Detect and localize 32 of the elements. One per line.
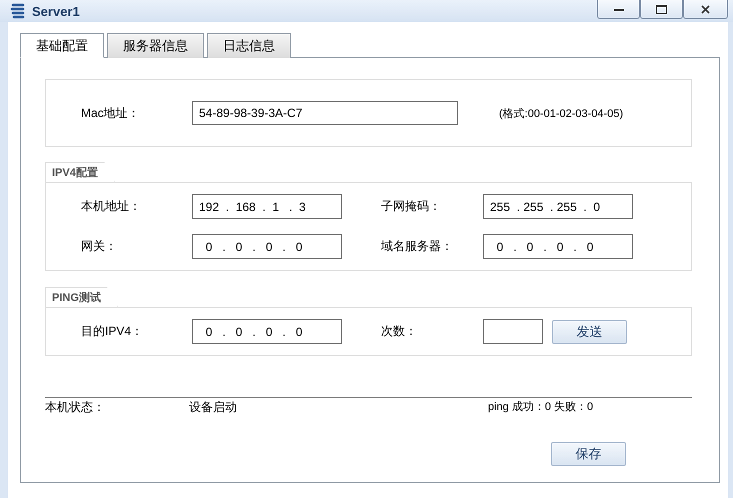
close-icon bbox=[701, 4, 710, 14]
close-button[interactable] bbox=[683, 0, 728, 19]
status-value: 设备启动 bbox=[189, 399, 238, 416]
tab[interactable]: 服务器信息 bbox=[107, 33, 204, 58]
field-label: 本机地址： bbox=[81, 198, 142, 215]
save-button[interactable]: 保存 bbox=[551, 442, 626, 466]
send-button[interactable]: 发送 bbox=[552, 320, 627, 344]
ip-field[interactable]: 0 . 0 . 0 . 0 bbox=[192, 234, 342, 259]
ip-field[interactable]: 192 . 168 . 1 . 3 bbox=[192, 194, 342, 219]
field-label: 子网掩码： bbox=[381, 198, 442, 215]
tab[interactable]: 基础配置 bbox=[20, 33, 104, 58]
ip-field[interactable]: 0 . 0 . 0 . 0 bbox=[483, 234, 633, 259]
minimize-button[interactable] bbox=[597, 0, 640, 19]
count-field[interactable] bbox=[483, 319, 543, 344]
group-title: PING测试 bbox=[45, 287, 118, 307]
maximize-button[interactable] bbox=[640, 0, 683, 19]
window-title: Server1 bbox=[32, 4, 80, 19]
field-label: Mac地址： bbox=[81, 104, 141, 122]
field-label: 目的IPV4： bbox=[81, 323, 144, 340]
ip-field[interactable]: 255 . 255 . 255 . 0 bbox=[483, 194, 633, 219]
format-hint: (格式:00-01-02-03-04-05) bbox=[499, 106, 624, 120]
group-title: IPV4配置 bbox=[45, 162, 115, 182]
ip-field[interactable]: 0 . 0 . 0 . 0 bbox=[192, 319, 342, 344]
status-label: 本机状态： bbox=[45, 399, 106, 416]
ping-result: ping 成功：0 失败：0 bbox=[488, 400, 594, 415]
field-label: 域名服务器： bbox=[381, 238, 454, 255]
tab[interactable]: 日志信息 bbox=[207, 33, 291, 58]
mac-field[interactable]: 54-89-98-39-3A-C7 bbox=[192, 101, 458, 125]
maximize-icon bbox=[656, 4, 667, 14]
minimize-icon bbox=[614, 8, 624, 10]
field-label: 次数： bbox=[381, 323, 418, 340]
field-label: 网关： bbox=[81, 238, 118, 255]
